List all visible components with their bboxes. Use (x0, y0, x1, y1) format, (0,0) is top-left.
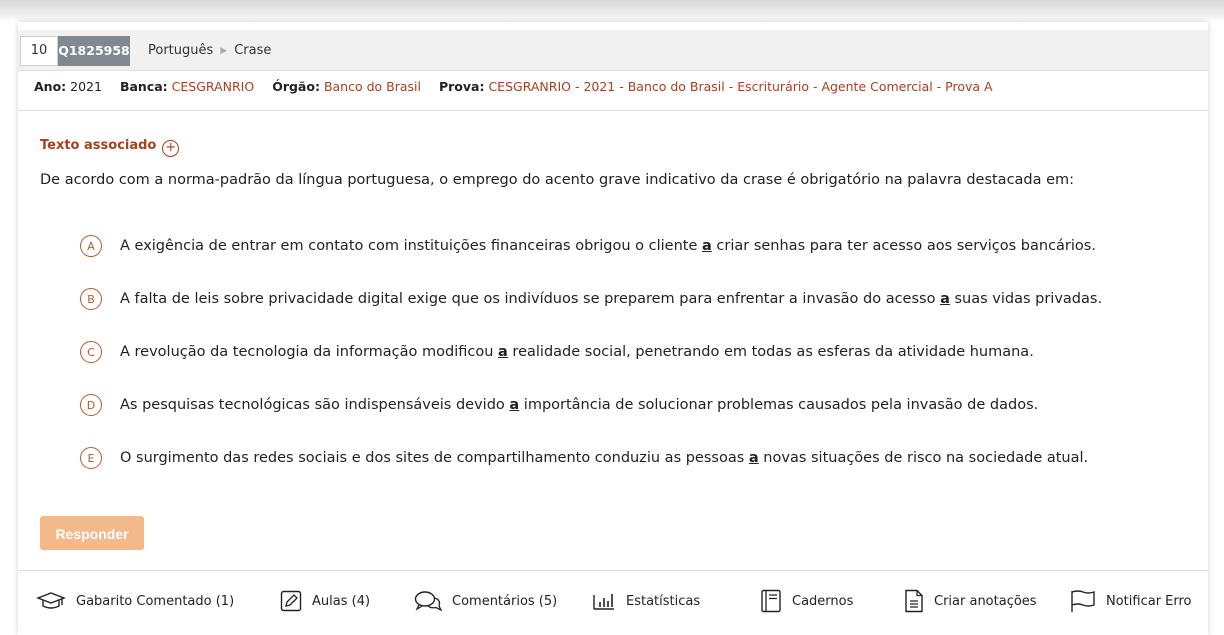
alternative-text-before: As pesquisas tecnológicas são indispensá… (120, 397, 510, 413)
alternative-letter[interactable]: E (80, 447, 102, 469)
aulas-link[interactable]: Aulas (4) (280, 589, 370, 613)
pencil-icon (280, 590, 302, 612)
meta-ano-value: 2021 (70, 79, 102, 94)
chat-bubbles-icon (414, 591, 442, 612)
highlighted-word: a (498, 344, 508, 360)
comentarios-link[interactable]: Comentários (5) (414, 589, 557, 613)
meta-banca: Banca: CESGRANRIO (120, 79, 258, 94)
highlighted-word: a (702, 238, 712, 254)
top-shadow (0, 0, 1224, 22)
highlighted-word: a (940, 291, 950, 307)
alternative-b[interactable]: B A falta de leis sobre privacidade digi… (80, 287, 1102, 311)
alternative-text-after: importância de solucionar problemas caus… (519, 397, 1039, 413)
alternative-letter[interactable]: D (80, 394, 102, 416)
alternative-a[interactable]: A A exigência de entrar em contato com i… (80, 234, 1096, 258)
alternative-text-after: criar senhas para ter acesso aos serviço… (711, 238, 1096, 254)
responder-button[interactable]: Responder (40, 516, 144, 550)
cadernos-link[interactable]: Cadernos (760, 589, 853, 613)
question-header: 10 Q1825958 Português ▶ Crase (18, 30, 1208, 71)
notificar-erro-link[interactable]: Notificar Erro (1070, 589, 1192, 613)
alternative-d[interactable]: D As pesquisas tecnológicas são indispen… (80, 393, 1038, 417)
notebook-icon (761, 589, 781, 613)
estatisticas-link[interactable]: Estatísticas (592, 589, 700, 613)
graduation-cap-icon (36, 592, 66, 609)
alternative-letter[interactable]: C (80, 341, 102, 363)
alternative-letter[interactable]: A (80, 235, 102, 257)
meta-orgao: Órgão: Banco do Brasil (272, 79, 425, 94)
alternative-text: A falta de leis sobre privacidade digita… (120, 291, 1102, 307)
breadcrumb-separator-icon: ▶ (220, 46, 228, 56)
meta-banca-label: Banca: (119, 79, 168, 94)
alternative-text: A exigência de entrar em contato com ins… (120, 238, 1096, 254)
question-statement: De acordo com a norma-padrão da língua p… (40, 172, 1075, 188)
texto-associado-toggle[interactable]: Texto associado + (40, 138, 180, 157)
flag-icon (1071, 590, 1095, 612)
alternative-e[interactable]: E O surgimento das redes sociais e dos s… (80, 446, 1088, 470)
alternative-text-before: A exigência de entrar em contato com ins… (120, 238, 702, 254)
meta-prova: Prova: CESGRANRIO - 2021 - Banco do Bras… (439, 79, 993, 94)
highlighted-word: a (748, 450, 759, 466)
alternative-text-before: O surgimento das redes sociais e dos sit… (120, 450, 749, 466)
alternative-text-after: novas situações de risco na sociedade at… (758, 450, 1089, 466)
meta-orgao-label: Órgão: (272, 79, 320, 94)
meta-divider (18, 110, 1208, 111)
meta-orgao-link[interactable]: Banco do Brasil (324, 79, 421, 94)
alternative-text: A revolução da tecnologia da informação … (120, 344, 1034, 360)
question-number: 10 (20, 36, 58, 66)
cadernos-label: Cadernos (792, 593, 854, 609)
gabarito-comentado-link[interactable]: Gabarito Comentado (1) (36, 589, 234, 613)
alternative-letter[interactable]: B (80, 288, 102, 310)
question-card: 10 Q1825958 Português ▶ Crase Ano: 2021 Ba… (18, 22, 1208, 635)
anotacoes-label: Criar anotações (934, 593, 1037, 609)
texto-associado-label: Texto associado (40, 138, 157, 153)
question-footer: Gabarito Comentado (1) Aulas (4) Comentá… (18, 570, 1208, 633)
document-icon (905, 589, 923, 613)
highlighted-word: a (509, 397, 520, 413)
alternative-text: O surgimento das redes sociais e dos sit… (120, 450, 1088, 466)
alternative-c[interactable]: C A revolução da tecnologia da informaçã… (80, 340, 1034, 364)
alternative-text: As pesquisas tecnológicas são indispensá… (120, 397, 1038, 413)
breadcrumb-subject[interactable]: Português (148, 43, 213, 58)
estatisticas-label: Estatísticas (626, 593, 701, 609)
question-metadata: Ano: 2021 Banca: CESGRANRIO Órgão: Banco… (34, 79, 1007, 94)
meta-prova-label: Prova: (438, 79, 485, 94)
comentarios-label: Comentários (5) (452, 593, 558, 609)
alternative-text-before: A falta de leis sobre privacidade digita… (120, 291, 941, 307)
meta-banca-link[interactable]: CESGRANRIO (172, 79, 255, 94)
meta-ano: Ano: 2021 (34, 79, 106, 94)
alternative-text-after: suas vidas privadas. (949, 291, 1103, 307)
aulas-label: Aulas (4) (312, 593, 371, 609)
alternative-text-before: A revolução da tecnologia da informação … (120, 344, 499, 360)
question-id-badge[interactable]: Q1825958 (58, 36, 130, 66)
plus-circle-icon[interactable]: + (162, 140, 180, 157)
alternative-text-after: realidade social, penetrando em todas as… (507, 344, 1034, 360)
meta-ano-label: Ano: (34, 79, 67, 94)
bar-chart-icon (593, 594, 614, 610)
page: 10 Q1825958 Português ▶ Crase Ano: 2021 Ba… (0, 0, 1224, 635)
gabarito-label: Gabarito Comentado (1) (76, 593, 235, 609)
breadcrumb-topic[interactable]: Crase (234, 43, 271, 58)
criar-anotacoes-link[interactable]: Criar anotações (904, 589, 1037, 613)
notificar-label: Notificar Erro (1106, 593, 1192, 609)
breadcrumb: Português ▶ Crase (148, 36, 271, 66)
meta-prova-link[interactable]: CESGRANRIO - 2021 - Banco do Brasil - Es… (488, 79, 992, 94)
